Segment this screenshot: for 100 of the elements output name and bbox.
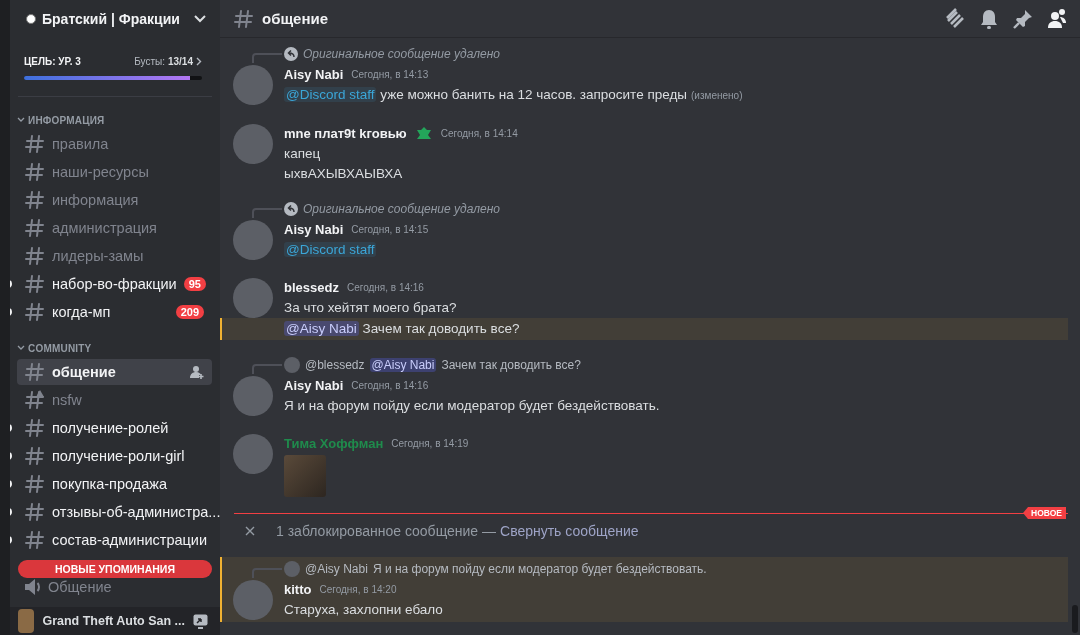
hash-icon xyxy=(25,246,45,266)
game-icon xyxy=(18,609,35,633)
hash-icon xyxy=(25,530,45,550)
chevron-right-icon[interactable] xyxy=(196,57,202,66)
channel-item[interactable]: правила xyxy=(17,131,212,157)
author-name[interactable]: Aisy Nabi xyxy=(284,377,344,393)
reply-preview[interactable]: Зачем так доводить все? xyxy=(441,358,581,372)
category-name: ИНФОРМАЦИЯ xyxy=(28,114,105,126)
channel-name: получение-ролей xyxy=(52,420,170,436)
channel-name: лидеры-замы xyxy=(52,248,145,264)
chevron-down-icon[interactable] xyxy=(194,15,206,23)
boost-count: 13/14 xyxy=(167,56,193,67)
reply-spine xyxy=(252,364,282,374)
stream-icon[interactable] xyxy=(193,613,208,629)
boost-label: Бусты: xyxy=(134,56,165,67)
channel-name: правила xyxy=(52,136,110,152)
members-icon[interactable] xyxy=(1046,7,1068,30)
channel-item[interactable]: информация xyxy=(17,187,212,213)
add-member-icon[interactable] xyxy=(190,365,204,379)
hash-icon xyxy=(25,474,45,494)
timestamp: Сегодня, в 14:19 xyxy=(391,437,469,449)
mention-tag[interactable]: @Aisy Nabi xyxy=(284,321,359,336)
channel-name: администрация xyxy=(52,220,158,236)
blocked-notice: 1 заблокированное сообщение — xyxy=(276,523,496,539)
channel-name: nsfw xyxy=(52,392,83,408)
message-text: За что хейтят моего брата? xyxy=(284,299,458,317)
hash-icon xyxy=(25,302,45,322)
channel-item[interactable]: наши-ресурсы xyxy=(17,159,212,185)
channel-item[interactable]: получение-ролей xyxy=(17,415,212,441)
hash-icon xyxy=(25,274,45,294)
author-name[interactable]: Aisy Nabi xyxy=(284,66,344,82)
channel-item[interactable]: получение-роли-girl xyxy=(17,443,212,469)
channel-item[interactable]: когда-мп 209 xyxy=(17,299,212,325)
channel-title: общение xyxy=(262,10,330,27)
threads-icon[interactable] xyxy=(944,7,966,30)
hash-icon xyxy=(25,162,45,182)
mention-tag[interactable]: @Aisy Nabi xyxy=(369,358,437,372)
channel-name: информация xyxy=(52,192,140,208)
reply-author[interactable]: @Aisy Nabi xyxy=(305,562,368,576)
message-text: Зачем так доводить все? xyxy=(361,321,520,336)
channel-item[interactable]: лидеры-замы xyxy=(17,243,212,269)
collapse-link[interactable]: Свернуть сообщение xyxy=(500,523,639,539)
channel-name: набор-во-фракции xyxy=(52,276,177,292)
category-header[interactable]: ИНФОРМАЦИЯ xyxy=(17,112,212,128)
author-name[interactable]: blessedz xyxy=(284,279,339,295)
channel-name: покупка-продажа xyxy=(52,476,169,492)
hash-icon xyxy=(25,190,45,210)
avatar xyxy=(284,561,300,577)
mention-count: 209 xyxy=(175,305,204,319)
hash-icon xyxy=(25,362,45,382)
chevron-down-icon xyxy=(17,345,25,351)
scrollbar-thumb[interactable] xyxy=(1072,605,1078,633)
edited-label: (изменено) xyxy=(691,90,743,101)
message-text: ыхвАХЫВХАЫВХА xyxy=(283,165,404,183)
reply-preview: Оригинальное сообщение удалено xyxy=(303,202,500,216)
server-icon xyxy=(26,14,36,24)
channel-item[interactable]: nsfw xyxy=(17,387,212,413)
channel-name: отзывы-об-администра... xyxy=(52,504,220,520)
channel-item[interactable]: состав-администрации xyxy=(17,527,212,553)
channel-item[interactable]: общение xyxy=(17,359,212,385)
message-text: Старуха, захлопни ебало xyxy=(284,601,444,619)
channel-name: Общение xyxy=(48,579,113,595)
reply-preview: Оригинальное сообщение удалено xyxy=(303,47,500,61)
timestamp: Сегодня, в 14:16 xyxy=(351,379,429,391)
avatar xyxy=(284,357,300,373)
server-name[interactable]: Братский | Фракции xyxy=(42,11,188,27)
hash-icon xyxy=(25,418,45,438)
mention-tag[interactable]: @Discord staff xyxy=(284,242,377,257)
hash-icon xyxy=(25,218,45,238)
channel-item[interactable]: покупка-продажа xyxy=(17,471,212,497)
channel-item[interactable]: администрация xyxy=(17,215,212,241)
hash-icon xyxy=(25,502,45,522)
author-name[interactable]: mne плат9t kговью xyxy=(284,125,407,141)
reply-icon xyxy=(284,47,298,61)
close-icon[interactable] xyxy=(245,526,255,536)
reply-icon xyxy=(284,202,298,216)
channel-item[interactable]: набор-во-фракции 95 xyxy=(17,271,212,297)
reply-spine xyxy=(252,53,282,63)
pin-icon[interactable] xyxy=(1012,7,1034,30)
timestamp: Сегодня, в 14:15 xyxy=(351,223,429,235)
category-header[interactable]: COMMUNITY xyxy=(17,340,212,356)
timestamp: Сегодня, в 14:16 xyxy=(346,281,424,293)
new-mentions-button[interactable]: НОВЫЕ УПОМИНАНИЯ xyxy=(18,560,212,578)
bell-icon[interactable] xyxy=(978,7,1000,30)
channel-name: состав-администрации xyxy=(52,532,208,548)
mention-count: 95 xyxy=(183,277,206,291)
mention-tag[interactable]: @Discord staff xyxy=(284,87,377,102)
chevron-down-icon xyxy=(17,117,25,123)
message-text: уже можно банить на 12 часов. запросите преды xyxy=(379,87,688,102)
author-name[interactable]: Aisy Nabi xyxy=(284,221,344,237)
channel-item[interactable]: Общение xyxy=(17,579,212,595)
boost-goal: ЦЕЛЬ: УР. 3 xyxy=(24,56,81,67)
category-name: COMMUNITY xyxy=(28,342,92,354)
channel-name: наши-ресурсы xyxy=(52,164,150,180)
reply-preview[interactable]: Я и на форум пойду если модератор будет бездействовать. xyxy=(372,562,707,576)
author-name[interactable]: kitto xyxy=(284,581,312,597)
reply-author[interactable]: @blessedz xyxy=(305,358,365,372)
reply-spine xyxy=(252,568,282,578)
new-messages-label: НОВОЕ xyxy=(1023,507,1066,519)
reply-spine xyxy=(252,208,282,218)
